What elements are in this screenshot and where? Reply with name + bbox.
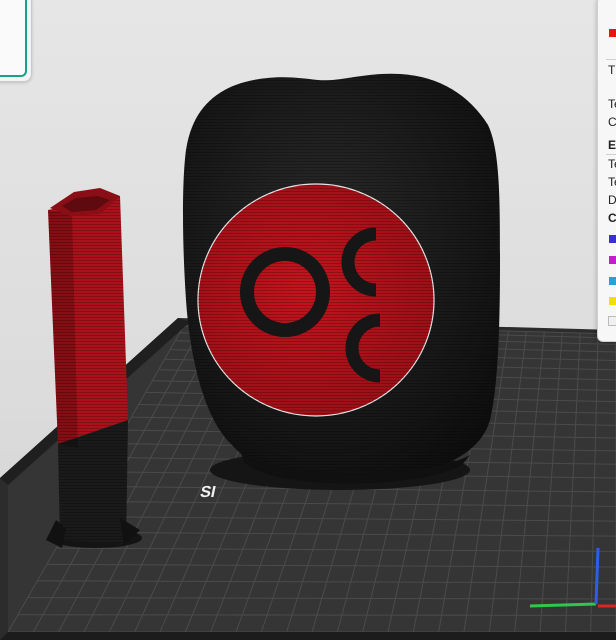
legend-divider-2: [606, 154, 616, 155]
3d-viewport[interactable]: SI T T C E T T D C: [0, 0, 616, 640]
legend-swatch-cyan: [609, 277, 616, 285]
legend-line-7: Di: [608, 193, 616, 207]
red-face-disc[interactable]: [197, 183, 435, 417]
corner-panel[interactable]: [0, 0, 32, 82]
legend-swatch-red: [609, 29, 616, 37]
legend-divider: [606, 59, 616, 60]
corner-panel-frame: [0, 0, 27, 77]
legend-swatch-yellow: [609, 297, 616, 305]
legend-swatch-magenta: [609, 256, 616, 264]
axis-x-line: [529, 602, 597, 608]
axis-y-line: [594, 547, 600, 605]
legend-line-3: Co: [608, 115, 616, 129]
legend-panel[interactable]: T Te Co Es Te Te Di Cl: [597, 0, 616, 342]
legend-line-1: T: [608, 63, 616, 77]
legend-line-2: Te: [608, 97, 616, 111]
grid-line: [17, 614, 616, 616]
legend-line-6: Te: [608, 175, 616, 189]
vase-model[interactable]: [183, 73, 500, 484]
scene-canvas[interactable]: SI: [0, 0, 616, 640]
legend-section-heading: Es: [608, 138, 616, 152]
legend-section-heading-2: Cl: [608, 211, 616, 225]
legend-swatch-blue: [609, 235, 616, 243]
legend-swatch-white: [608, 316, 616, 326]
legend-line-5: Te: [608, 157, 616, 171]
